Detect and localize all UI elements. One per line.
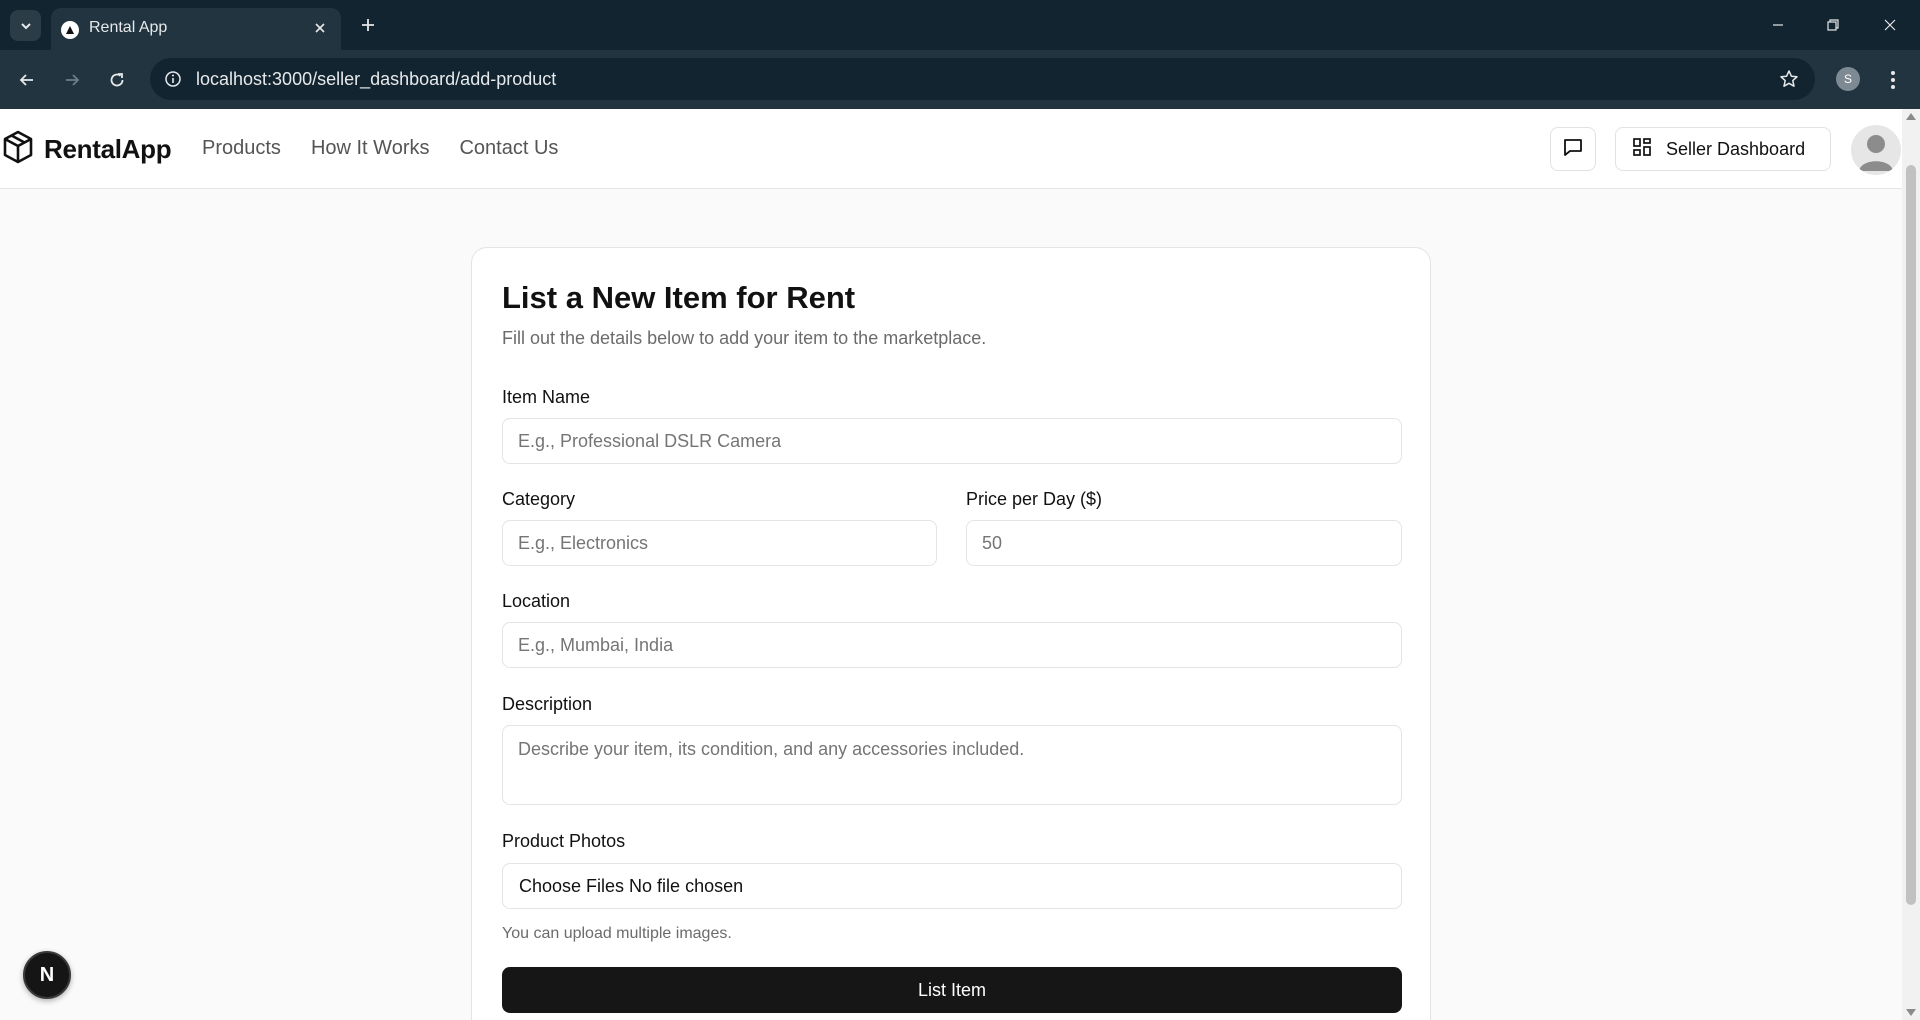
browser-tab-bar: Rental App (0, 0, 1920, 50)
description-label: Description (502, 694, 593, 714)
dashboard-grid-icon (1632, 137, 1652, 162)
price-input[interactable] (966, 520, 1402, 566)
logo-text: RentalApp (44, 134, 172, 164)
nextjs-dev-badge[interactable]: N (23, 951, 71, 999)
location-input[interactable] (502, 622, 1402, 668)
back-arrow-icon[interactable] (11, 64, 43, 96)
add-product-card: List a New Item for Rent Fill out the de… (471, 247, 1431, 1020)
page-viewport: RentalApp Products How It Works Contact … (0, 109, 1902, 1020)
user-avatar-icon[interactable] (1851, 125, 1901, 175)
restore-icon[interactable] (1813, 8, 1853, 42)
seller-dashboard-button[interactable]: Seller Dashboard (1615, 127, 1831, 171)
scroll-down-icon[interactable] (1906, 1009, 1916, 1016)
choose-files-button[interactable]: Choose Files (519, 876, 624, 897)
minimize-icon[interactable] (1758, 8, 1798, 42)
address-bar[interactable]: localhost:3000/seller_dashboard/add-prod… (150, 58, 1815, 100)
favicon-triangle-icon (61, 21, 79, 39)
browser-tab[interactable]: Rental App (51, 8, 341, 50)
nav-products[interactable]: Products (202, 137, 281, 160)
message-square-icon (1562, 136, 1584, 163)
browser-toolbar: localhost:3000/seller_dashboard/add-prod… (0, 50, 1920, 109)
page-scrollbar[interactable] (1902, 109, 1920, 1020)
close-icon[interactable] (309, 17, 331, 39)
info-icon[interactable] (162, 68, 184, 90)
location-label: Location (502, 591, 571, 611)
upload-hint: You can upload multiple images. (502, 925, 732, 942)
file-status: No file chosen (629, 875, 744, 896)
page-subtitle: Fill out the details below to add your i… (502, 328, 987, 348)
item-name-input[interactable] (502, 418, 1402, 464)
scroll-up-icon[interactable] (1906, 113, 1916, 120)
price-label: Price per Day ($) (966, 489, 1103, 509)
nav-how-it-works[interactable]: How It Works (311, 137, 430, 160)
plus-icon[interactable] (355, 12, 381, 38)
product-photos-input[interactable]: Choose Files No file chosen (502, 863, 1402, 909)
logo[interactable]: RentalApp (2, 130, 172, 169)
url-text[interactable]: localhost:3000/seller_dashboard/add-prod… (196, 69, 556, 90)
messages-button[interactable] (1550, 127, 1596, 171)
page-title: List a New Item for Rent (502, 280, 856, 315)
product-photos-label: Product Photos (502, 831, 626, 851)
star-icon[interactable] (1777, 67, 1801, 91)
item-name-label: Item Name (502, 387, 591, 407)
scroll-thumb[interactable] (1906, 165, 1916, 905)
site-nav: Products How It Works Contact Us (202, 137, 558, 160)
category-input[interactable] (502, 520, 937, 566)
package-icon (2, 130, 34, 169)
nav-contact-us[interactable]: Contact Us (459, 137, 558, 160)
tab-title: Rental App (89, 19, 168, 36)
list-item-button[interactable]: List Item (502, 967, 1402, 1013)
profile-avatar[interactable]: S (1836, 67, 1860, 91)
seller-dashboard-label: Seller Dashboard (1666, 138, 1806, 159)
window-close-icon[interactable] (1870, 8, 1910, 42)
description-textarea[interactable] (502, 725, 1402, 805)
kebab-menu-icon[interactable] (1880, 64, 1906, 96)
reload-icon[interactable] (101, 64, 133, 96)
site-header: RentalApp Products How It Works Contact … (0, 109, 1902, 189)
forward-arrow-icon[interactable] (56, 64, 88, 96)
category-label: Category (502, 489, 576, 509)
tab-list-icon[interactable] (10, 10, 41, 41)
